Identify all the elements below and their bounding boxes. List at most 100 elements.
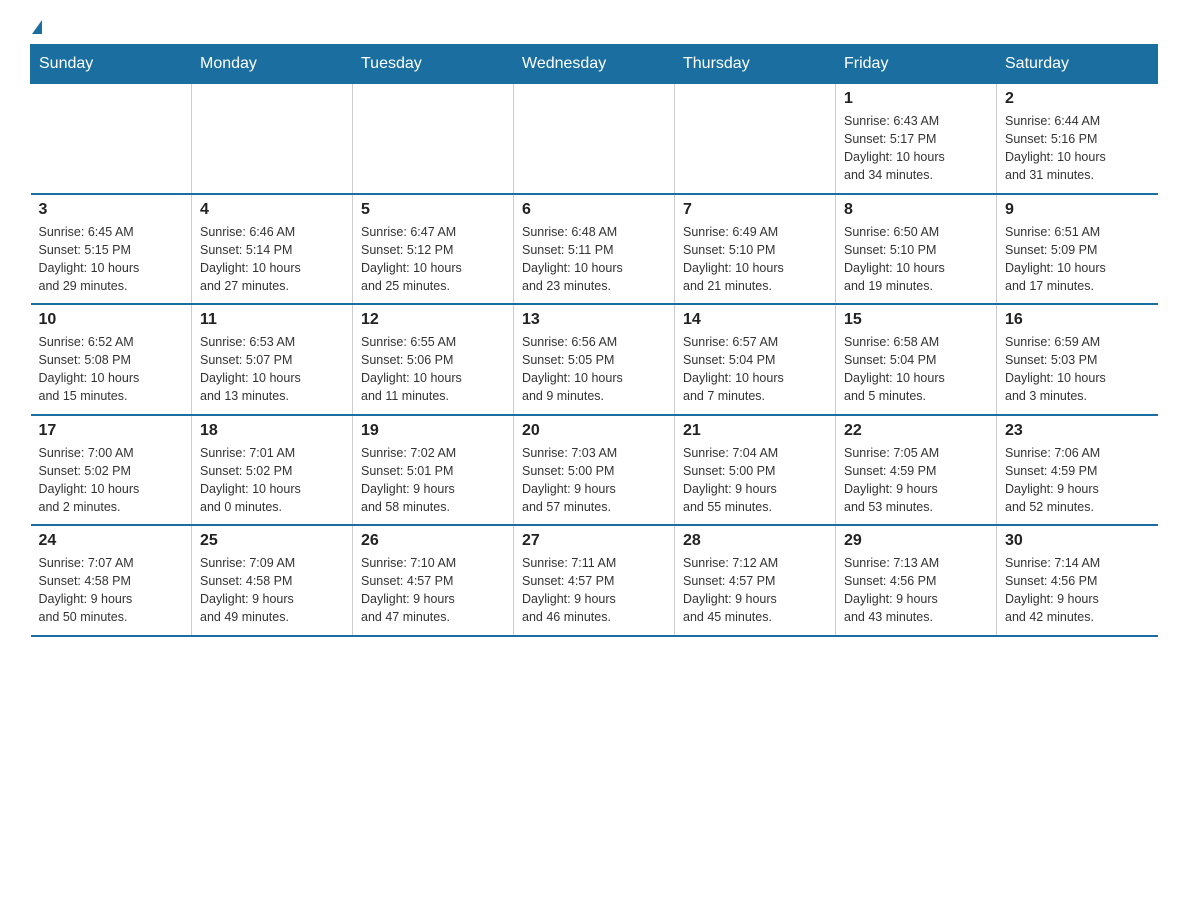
day-info: Sunrise: 6:44 AM Sunset: 5:16 PM Dayligh… xyxy=(1005,112,1150,185)
weekday-header-wednesday: Wednesday xyxy=(514,45,675,84)
day-info: Sunrise: 6:49 AM Sunset: 5:10 PM Dayligh… xyxy=(683,223,827,296)
calendar-cell: 8 Sunrise: 6:50 AM Sunset: 5:10 PM Daylig… xyxy=(836,194,997,305)
calendar-cell: 4 Sunrise: 6:46 AM Sunset: 5:14 PM Daylig… xyxy=(192,194,353,305)
day-info: Sunrise: 7:02 AM Sunset: 5:01 PM Dayligh… xyxy=(361,444,505,517)
day-info: Sunrise: 6:50 AM Sunset: 5:10 PM Dayligh… xyxy=(844,223,988,296)
calendar-cell: 13 Sunrise: 6:56 AM Sunset: 5:05 PM Dayli… xyxy=(514,304,675,415)
day-number: 16 xyxy=(1005,311,1150,329)
calendar-cell: 22 Sunrise: 7:05 AM Sunset: 4:59 PM Dayli… xyxy=(836,415,997,526)
day-info: Sunrise: 6:51 AM Sunset: 5:09 PM Dayligh… xyxy=(1005,223,1150,296)
calendar-cell: 11 Sunrise: 6:53 AM Sunset: 5:07 PM Dayli… xyxy=(192,304,353,415)
calendar-cell xyxy=(353,84,514,194)
calendar-cell: 20Sunrise: 7:03 AM Sunset: 5:00 PM Dayli… xyxy=(514,415,675,526)
day-number: 22 xyxy=(844,422,988,440)
day-number: 1 xyxy=(844,90,988,108)
day-number: 5 xyxy=(361,201,505,219)
day-info: Sunrise: 6:52 AM Sunset: 5:08 PM Dayligh… xyxy=(39,333,184,406)
calendar-cell xyxy=(31,84,192,194)
calendar-cell: 14 Sunrise: 6:57 AM Sunset: 5:04 PM Dayli… xyxy=(675,304,836,415)
calendar-week-row: 24 Sunrise: 7:07 AM Sunset: 4:58 PM Dayli… xyxy=(31,525,1158,636)
day-number: 8 xyxy=(844,201,988,219)
day-number: 25 xyxy=(200,532,344,550)
day-number: 17 xyxy=(39,422,184,440)
day-number: 19 xyxy=(361,422,505,440)
calendar-cell: 3 Sunrise: 6:45 AM Sunset: 5:15 PM Daylig… xyxy=(31,194,192,305)
calendar-cell: 7 Sunrise: 6:49 AM Sunset: 5:10 PM Daylig… xyxy=(675,194,836,305)
calendar-cell: 27Sunrise: 7:11 AM Sunset: 4:57 PM Dayli… xyxy=(514,525,675,636)
calendar-cell: 15 Sunrise: 6:58 AM Sunset: 5:04 PM Dayli… xyxy=(836,304,997,415)
day-info: Sunrise: 7:14 AM Sunset: 4:56 PM Dayligh… xyxy=(1005,554,1150,627)
day-info: Sunrise: 6:57 AM Sunset: 5:04 PM Dayligh… xyxy=(683,333,827,406)
day-number: 3 xyxy=(39,201,184,219)
calendar-week-row: 10 Sunrise: 6:52 AM Sunset: 5:08 PM Dayli… xyxy=(31,304,1158,415)
calendar-cell: 12 Sunrise: 6:55 AM Sunset: 5:06 PM Dayli… xyxy=(353,304,514,415)
day-number: 4 xyxy=(200,201,344,219)
calendar-cell: 29 Sunrise: 7:13 AM Sunset: 4:56 PM Dayli… xyxy=(836,525,997,636)
calendar-cell: 5 Sunrise: 6:47 AM Sunset: 5:12 PM Daylig… xyxy=(353,194,514,305)
calendar-cell: 26Sunrise: 7:10 AM Sunset: 4:57 PM Dayli… xyxy=(353,525,514,636)
day-info: Sunrise: 7:06 AM Sunset: 4:59 PM Dayligh… xyxy=(1005,444,1150,517)
weekday-header-row: SundayMondayTuesdayWednesdayThursdayFrid… xyxy=(31,45,1158,84)
calendar-cell xyxy=(514,84,675,194)
day-info: Sunrise: 7:10 AM Sunset: 4:57 PM Dayligh… xyxy=(361,554,505,627)
day-number: 21 xyxy=(683,422,827,440)
day-number: 2 xyxy=(1005,90,1150,108)
weekday-header-friday: Friday xyxy=(836,45,997,84)
day-number: 6 xyxy=(522,201,666,219)
day-number: 14 xyxy=(683,311,827,329)
day-info: Sunrise: 7:01 AM Sunset: 5:02 PM Dayligh… xyxy=(200,444,344,517)
logo-triangle-icon xyxy=(32,20,42,34)
day-info: Sunrise: 7:05 AM Sunset: 4:59 PM Dayligh… xyxy=(844,444,988,517)
day-number: 30 xyxy=(1005,532,1150,550)
calendar-cell: 17 Sunrise: 7:00 AM Sunset: 5:02 PM Dayli… xyxy=(31,415,192,526)
day-number: 9 xyxy=(1005,201,1150,219)
calendar-cell xyxy=(675,84,836,194)
calendar-week-row: 17 Sunrise: 7:00 AM Sunset: 5:02 PM Dayli… xyxy=(31,415,1158,526)
day-number: 18 xyxy=(200,422,344,440)
day-number: 11 xyxy=(200,311,344,329)
calendar-cell: 19 Sunrise: 7:02 AM Sunset: 5:01 PM Dayli… xyxy=(353,415,514,526)
calendar-cell: 30 Sunrise: 7:14 AM Sunset: 4:56 PM Dayli… xyxy=(997,525,1158,636)
day-number: 29 xyxy=(844,532,988,550)
day-number: 15 xyxy=(844,311,988,329)
weekday-header-tuesday: Tuesday xyxy=(353,45,514,84)
calendar-cell: 2 Sunrise: 6:44 AM Sunset: 5:16 PM Daylig… xyxy=(997,84,1158,194)
day-number: 23 xyxy=(1005,422,1150,440)
day-info: Sunrise: 6:43 AM Sunset: 5:17 PM Dayligh… xyxy=(844,112,988,185)
calendar-cell: 23 Sunrise: 7:06 AM Sunset: 4:59 PM Dayli… xyxy=(997,415,1158,526)
day-info: Sunrise: 6:53 AM Sunset: 5:07 PM Dayligh… xyxy=(200,333,344,406)
day-info: Sunrise: 6:55 AM Sunset: 5:06 PM Dayligh… xyxy=(361,333,505,406)
day-number: 10 xyxy=(39,311,184,329)
day-info: Sunrise: 7:07 AM Sunset: 4:58 PM Dayligh… xyxy=(39,554,184,627)
day-info: Sunrise: 7:00 AM Sunset: 5:02 PM Dayligh… xyxy=(39,444,184,517)
day-number: 20 xyxy=(522,422,666,440)
day-info: Sunrise: 6:47 AM Sunset: 5:12 PM Dayligh… xyxy=(361,223,505,296)
calendar-cell: 18 Sunrise: 7:01 AM Sunset: 5:02 PM Dayli… xyxy=(192,415,353,526)
day-info: Sunrise: 7:04 AM Sunset: 5:00 PM Dayligh… xyxy=(683,444,827,517)
day-info: Sunrise: 6:58 AM Sunset: 5:04 PM Dayligh… xyxy=(844,333,988,406)
page-header xyxy=(30,20,1158,34)
calendar-cell xyxy=(192,84,353,194)
weekday-header-monday: Monday xyxy=(192,45,353,84)
day-number: 28 xyxy=(683,532,827,550)
weekday-header-thursday: Thursday xyxy=(675,45,836,84)
day-info: Sunrise: 6:46 AM Sunset: 5:14 PM Dayligh… xyxy=(200,223,344,296)
calendar-cell: 6 Sunrise: 6:48 AM Sunset: 5:11 PM Daylig… xyxy=(514,194,675,305)
day-number: 7 xyxy=(683,201,827,219)
logo xyxy=(30,20,42,34)
day-info: Sunrise: 6:59 AM Sunset: 5:03 PM Dayligh… xyxy=(1005,333,1150,406)
day-info: Sunrise: 7:13 AM Sunset: 4:56 PM Dayligh… xyxy=(844,554,988,627)
calendar-cell: 16 Sunrise: 6:59 AM Sunset: 5:03 PM Dayli… xyxy=(997,304,1158,415)
day-info: Sunrise: 6:45 AM Sunset: 5:15 PM Dayligh… xyxy=(39,223,184,296)
day-number: 12 xyxy=(361,311,505,329)
day-info: Sunrise: 7:09 AM Sunset: 4:58 PM Dayligh… xyxy=(200,554,344,627)
weekday-header-sunday: Sunday xyxy=(31,45,192,84)
day-info: Sunrise: 7:12 AM Sunset: 4:57 PM Dayligh… xyxy=(683,554,827,627)
calendar-table: SundayMondayTuesdayWednesdayThursdayFrid… xyxy=(30,44,1158,637)
day-number: 24 xyxy=(39,532,184,550)
day-info: Sunrise: 6:48 AM Sunset: 5:11 PM Dayligh… xyxy=(522,223,666,296)
calendar-cell: 9 Sunrise: 6:51 AM Sunset: 5:09 PM Daylig… xyxy=(997,194,1158,305)
day-number: 13 xyxy=(522,311,666,329)
day-info: Sunrise: 6:56 AM Sunset: 5:05 PM Dayligh… xyxy=(522,333,666,406)
calendar-week-row: 1 Sunrise: 6:43 AM Sunset: 5:17 PM Daylig… xyxy=(31,84,1158,194)
